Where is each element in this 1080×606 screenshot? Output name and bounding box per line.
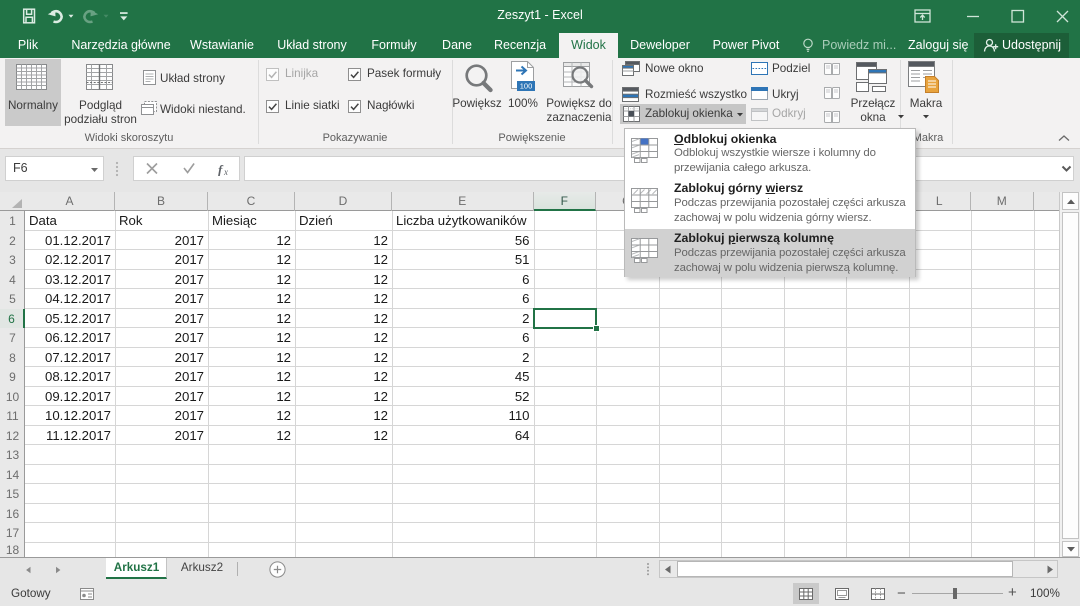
svg-text:x: x [223, 167, 228, 176]
svg-text:100: 100 [520, 82, 533, 91]
